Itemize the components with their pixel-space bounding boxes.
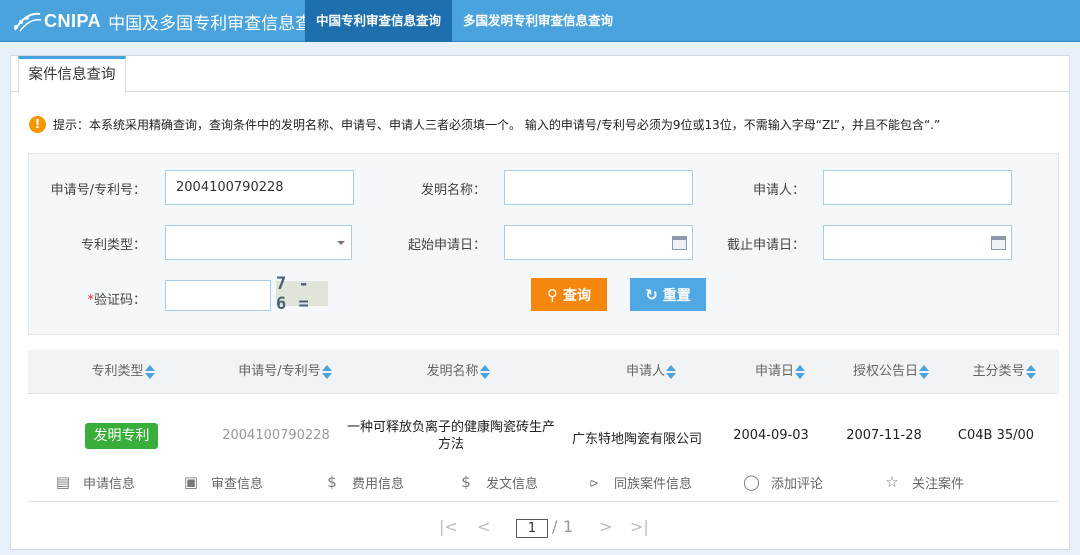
page-separator: / [552, 517, 558, 536]
end-date-label: 截止申请日： [726, 238, 805, 253]
tab-bar: 案件信息查询 [11, 56, 1069, 93]
result-applicant: 广东特地陶瓷有限公司 [571, 432, 702, 447]
nav-multi-country-query[interactable]: 多国发明专利审查信息查询 [452, 0, 624, 42]
action-family-case-info[interactable]: ⪧ 同族案件信息 [586, 471, 692, 493]
patent-type-badge: 发明专利 [85, 423, 158, 449]
total-pages: 1 [563, 517, 574, 536]
start-date-label: 起始申请日： [407, 238, 486, 253]
result-main-class: C04B 35/00 [957, 428, 1035, 443]
col-header-invention-name[interactable]: 发明名称 [388, 350, 528, 394]
sort-icon [479, 364, 490, 379]
patent-type-label: 专利类型： [80, 238, 146, 253]
action-dispatch-info[interactable]: $ 发文信息 [458, 471, 538, 493]
sort-icon [795, 364, 805, 379]
patent-type-select[interactable] [165, 225, 352, 260]
sort-icon [919, 364, 929, 379]
captcha-image[interactable]: 7 - 6 = [276, 274, 328, 314]
top-navigation: 中国专利审查信息查询 多国发明专利审查信息查询 [305, 0, 624, 42]
action-application-info[interactable]: ▤ 申请信息 [55, 471, 135, 493]
cnipa-logo-icon [14, 12, 42, 32]
end-date-input[interactable] [823, 225, 1012, 260]
sort-icon [321, 364, 332, 379]
result-grant-date: 2007-11-28 [846, 428, 922, 443]
reset-button[interactable]: ↻ 重置 [630, 278, 706, 311]
action-examination-info[interactable]: ▣ 审查信息 [183, 471, 263, 493]
review-icon: ▣ [183, 473, 199, 491]
calendar-icon[interactable] [991, 236, 1006, 250]
app-no-label: 申请号/专利号： [50, 183, 146, 198]
col-header-applicant[interactable]: 申请人 [581, 350, 721, 394]
divider [28, 501, 1059, 502]
first-page-button[interactable]: |< [439, 517, 458, 539]
search-button[interactable]: ⚲ 查询 [531, 278, 607, 311]
col-header-grant-date[interactable]: 授权公告日 [834, 350, 948, 394]
invention-name-label: 发明名称： [420, 183, 486, 198]
sort-icon [666, 364, 676, 379]
sort-icon [1025, 364, 1036, 379]
prev-page-button[interactable]: < [477, 517, 490, 539]
captcha-input[interactable] [165, 280, 271, 311]
main-panel: 案件信息查询 ! 提示：本系统采用精确查询，查询条件中的发明名称、申请号、申请人… [10, 55, 1070, 550]
applicant-label: 申请人： [752, 183, 805, 198]
notice-bar: ! 提示：本系统采用精确查询，查询条件中的发明名称、申请号、申请人三者必须填一个… [29, 115, 940, 133]
next-page-button[interactable]: > [599, 517, 612, 539]
tab-case-info-query[interactable]: 案件信息查询 [18, 56, 126, 93]
result-invention-name[interactable]: 一种可释放负离子的健康陶瓷砖生产方法 [345, 419, 557, 453]
search-icon: ⚲ [547, 285, 558, 304]
star-icon: ☆ [885, 473, 899, 491]
captcha-label: *验证码： [87, 293, 146, 308]
site-logo[interactable]: CNIPA 中国及多国专利审查信息查询 [12, 8, 329, 34]
app-no-input[interactable]: 2004100790228 [165, 170, 354, 205]
action-add-comment[interactable]: ◯ 添加评论 [743, 471, 823, 493]
document-icon: ▤ [55, 473, 71, 491]
results-table-header: 专利类型 申请号/专利号 发明名称 申请人 申请日 授权公告日 主分类号 [28, 350, 1059, 394]
site-title: 中国及多国专利审查信息查询 [108, 13, 330, 34]
col-header-main-class[interactable]: 主分类号 [958, 350, 1050, 394]
page-number-input[interactable]: 1 [516, 519, 548, 538]
calendar-icon[interactable] [672, 236, 687, 250]
start-date-input[interactable] [504, 225, 693, 260]
col-header-app-date[interactable]: 申请日 [725, 350, 835, 394]
nav-china-patent-query[interactable]: 中国专利审查信息查询 [305, 0, 453, 42]
applicant-input[interactable] [823, 170, 1012, 205]
result-app-date: 2004-09-03 [733, 428, 809, 443]
action-follow-case[interactable]: ☆ 关注案件 [884, 471, 964, 493]
money-bag-icon: $ [461, 473, 471, 491]
comment-icon: ◯ [743, 473, 760, 491]
chevron-down-icon [337, 241, 345, 245]
notice-text: 提示：本系统采用精确查询，查询条件中的发明名称、申请号、申请人三者必须填一个。 … [53, 117, 941, 132]
refresh-icon: ↻ [645, 285, 658, 304]
action-fee-info[interactable]: $ 费用信息 [324, 471, 404, 493]
col-header-app-no[interactable]: 申请号/专利号 [210, 350, 360, 394]
last-page-button[interactable]: >| [630, 517, 649, 539]
search-form: 申请号/专利号： 2004100790228 发明名称： 申请人： 专利类型： … [28, 153, 1059, 335]
top-header-bar: CNIPA 中国及多国专利审查信息查询 中国专利审查信息查询 多国发明专利审查信… [0, 0, 1080, 42]
brand-name: CNIPA [44, 10, 102, 31]
sort-icon [144, 364, 155, 379]
money-bag-icon: $ [327, 473, 337, 491]
col-header-patent-type[interactable]: 专利类型 [58, 350, 188, 394]
result-app-no[interactable]: 2004100790228 [206, 428, 346, 443]
share-icon: ⪧ [589, 473, 599, 491]
warning-icon: ! [29, 115, 46, 133]
invention-name-input[interactable] [504, 170, 693, 205]
